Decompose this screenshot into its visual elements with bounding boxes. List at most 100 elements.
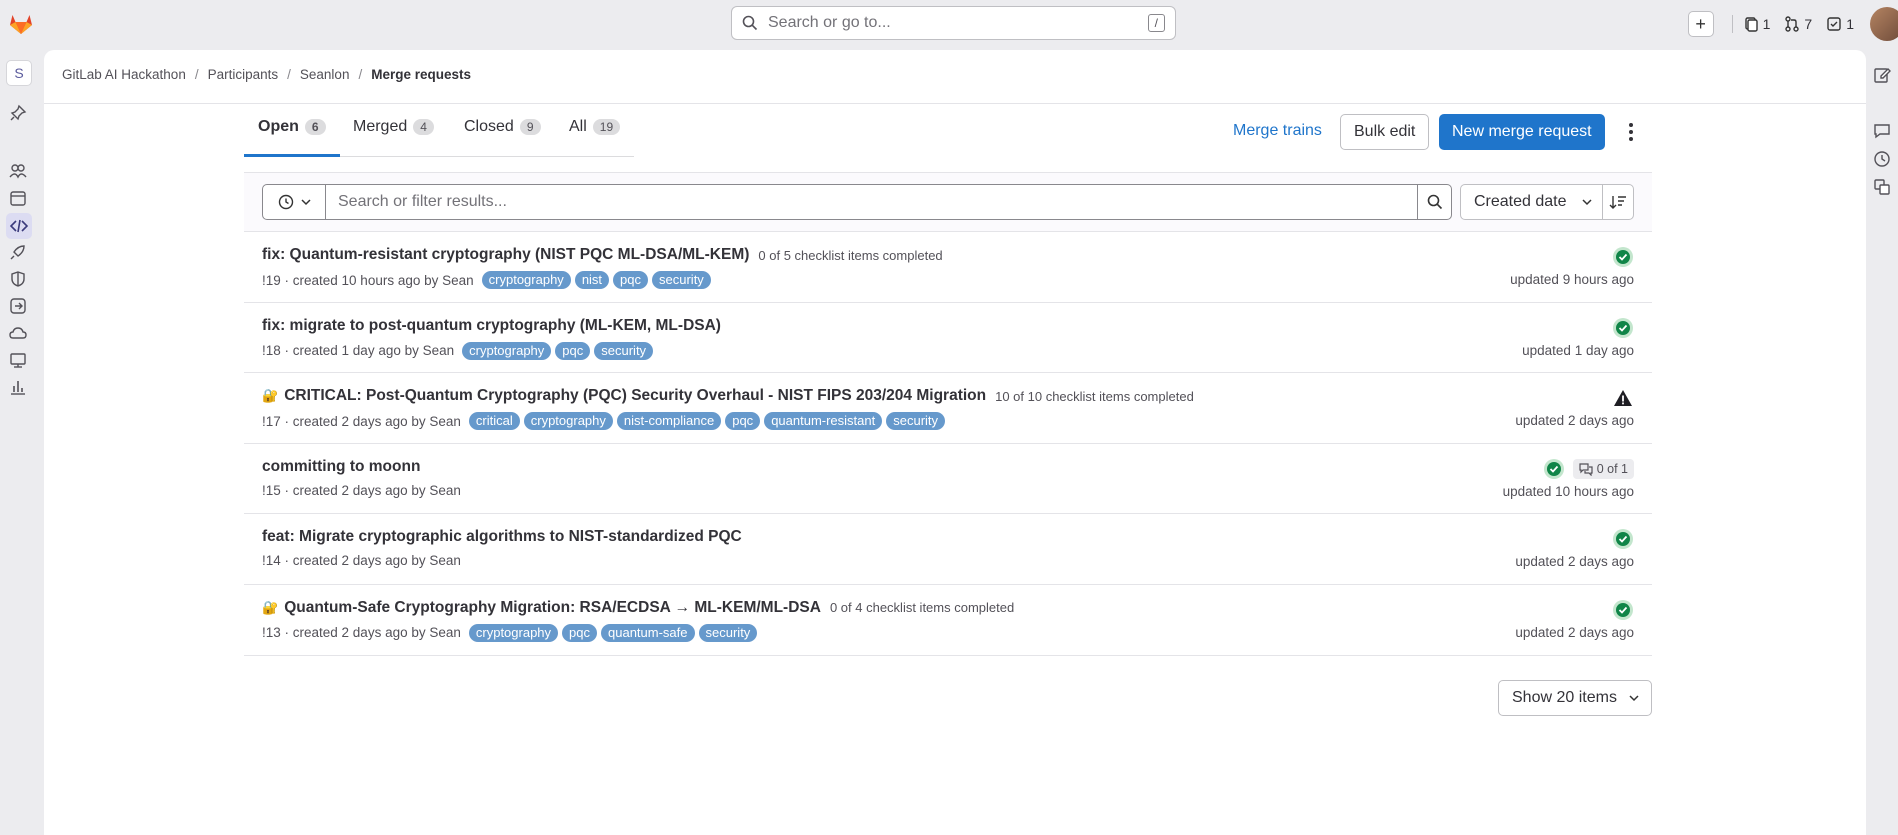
tab-open[interactable]: Open 6 bbox=[258, 118, 326, 136]
merge-request-row[interactable]: fix: Quantum-resistant cryptography (NIS… bbox=[244, 232, 1652, 303]
manage-icon[interactable] bbox=[9, 162, 27, 180]
mr-title-line: fix: Quantum-resistant cryptography (NIS… bbox=[262, 246, 943, 264]
global-search[interactable]: Search or go to... / bbox=[731, 6, 1176, 40]
mr-title-link[interactable]: Quantum-Safe Cryptography Migration: RSA… bbox=[284, 599, 821, 617]
pipeline-passed-icon[interactable] bbox=[1612, 317, 1634, 339]
mr-title-line: fix: migrate to post-quantum cryptograph… bbox=[262, 317, 721, 335]
label-badge[interactable]: critical bbox=[468, 412, 520, 431]
tab-count-badge: 4 bbox=[413, 119, 434, 135]
edit-icon[interactable] bbox=[1873, 66, 1891, 84]
label-badge[interactable]: security bbox=[698, 623, 758, 642]
label-badge[interactable]: pqc bbox=[555, 341, 591, 360]
monitor-icon[interactable] bbox=[9, 351, 27, 369]
project-avatar[interactable]: S bbox=[6, 60, 32, 86]
mr-count: 7 bbox=[1804, 16, 1813, 32]
label-badge[interactable]: quantum-resistant bbox=[764, 412, 883, 431]
label-badge[interactable]: cryptography bbox=[523, 412, 613, 431]
label-badge[interactable]: cryptography bbox=[481, 271, 571, 289]
more-actions-icon[interactable] bbox=[1628, 122, 1634, 142]
tab-count-badge: 9 bbox=[519, 119, 541, 135]
mr-title-link[interactable]: feat: Migrate cryptographic algorithms t… bbox=[262, 528, 742, 546]
per-page-dropdown[interactable]: Show 20 items bbox=[1498, 680, 1652, 716]
pipeline-passed-icon[interactable] bbox=[1543, 458, 1565, 480]
mr-state-tabs: Open 6 Merged 4 Closed 9 All 19 Merge tr… bbox=[244, 104, 1652, 158]
sort-dropdown[interactable]: Created date bbox=[1460, 184, 1603, 220]
merge-request-row[interactable]: fix: migrate to post-quantum cryptograph… bbox=[244, 303, 1652, 374]
mr-title-link[interactable]: fix: migrate to post-quantum cryptograph… bbox=[262, 317, 721, 335]
pin-icon[interactable] bbox=[9, 104, 27, 122]
mr-reference-and-author: !19 · created 10 hours ago by Sean bbox=[262, 272, 474, 288]
label-badge[interactable]: pqc bbox=[613, 271, 649, 289]
label-badge[interactable]: security bbox=[652, 271, 711, 289]
history-icon bbox=[278, 194, 294, 210]
user-avatar[interactable] bbox=[1870, 7, 1898, 41]
pipeline-passed-icon[interactable] bbox=[1612, 528, 1634, 550]
cloud-icon[interactable] bbox=[9, 324, 27, 342]
right-rail bbox=[1866, 48, 1898, 835]
breadcrumb-subgroup[interactable]: Participants bbox=[208, 67, 279, 82]
label-badge[interactable]: security bbox=[594, 341, 654, 360]
tab-count-badge: 6 bbox=[304, 119, 326, 135]
breadcrumb-separator: / bbox=[287, 67, 291, 82]
mr-title-link[interactable]: CRITICAL: Post-Quantum Cryptography (PQC… bbox=[284, 387, 986, 405]
label-badge[interactable]: security bbox=[886, 412, 946, 431]
sort-direction-button[interactable] bbox=[1602, 184, 1634, 220]
merge-requests-button[interactable]: 7 bbox=[1784, 16, 1812, 32]
breadcrumb: GitLab AI Hackathon / Participants / Sea… bbox=[62, 67, 471, 82]
warning-icon[interactable] bbox=[1612, 387, 1634, 409]
comment-add-icon[interactable] bbox=[1873, 122, 1891, 140]
filter-search-input[interactable]: Search or filter results... bbox=[325, 184, 1418, 220]
mr-meta: !14 · created 2 days ago by Sean bbox=[262, 553, 461, 568]
todos-button[interactable]: 1 bbox=[1826, 16, 1854, 32]
merge-request-row[interactable]: feat: Migrate cryptographic algorithms t… bbox=[244, 514, 1652, 585]
comments-icon bbox=[1579, 463, 1593, 476]
merge-request-row[interactable]: 🔐 Quantum-Safe Cryptography Migration: RS… bbox=[244, 585, 1652, 656]
create-new-button[interactable]: + bbox=[1687, 11, 1714, 37]
analytics-icon[interactable] bbox=[9, 378, 27, 396]
label-badge[interactable]: nist bbox=[574, 271, 610, 289]
breadcrumb-group[interactable]: GitLab AI Hackathon bbox=[62, 67, 186, 82]
filter-search-button[interactable] bbox=[1417, 184, 1452, 220]
label-badge[interactable]: cryptography bbox=[468, 623, 559, 642]
pipeline-passed-icon[interactable] bbox=[1612, 246, 1634, 268]
label-badge[interactable]: quantum-safe bbox=[601, 623, 695, 642]
assigned-issues-button[interactable]: 1 bbox=[1743, 16, 1770, 32]
recent-searches-button[interactable] bbox=[262, 184, 326, 220]
mr-meta: !17 · created 2 days ago by Sean critical… bbox=[262, 412, 946, 431]
label-badge[interactable]: cryptography bbox=[462, 341, 552, 360]
label-badge[interactable]: pqc bbox=[562, 623, 598, 642]
label-badge[interactable]: pqc bbox=[725, 412, 761, 431]
mr-title-link[interactable]: committing to moonn bbox=[262, 458, 420, 476]
bulk-edit-button[interactable]: Bulk edit bbox=[1340, 114, 1430, 150]
merge-request-row[interactable]: 🔐 CRITICAL: Post-Quantum Cryptography (PQ… bbox=[244, 373, 1652, 444]
breadcrumb-current[interactable]: Merge requests bbox=[371, 67, 471, 82]
filter-bar: Search or filter results... Created date bbox=[244, 172, 1652, 232]
rocket-icon[interactable] bbox=[9, 243, 27, 261]
merge-request-row[interactable]: committing to moonn !15 · created 2 days … bbox=[244, 444, 1652, 515]
snippet-icon[interactable] bbox=[1873, 178, 1891, 196]
mr-status bbox=[1612, 387, 1634, 409]
pipeline-passed-icon[interactable] bbox=[1612, 599, 1634, 621]
merge-trains-link[interactable]: Merge trains bbox=[1233, 122, 1322, 140]
tab-all[interactable]: All 19 bbox=[569, 118, 621, 136]
tab-merged[interactable]: Merged 4 bbox=[353, 118, 434, 136]
breadcrumb-project[interactable]: Seanlon bbox=[300, 67, 350, 82]
tab-closed[interactable]: Closed 9 bbox=[464, 118, 541, 136]
mr-status bbox=[1612, 599, 1634, 621]
mr-updated-time: updated 2 days ago bbox=[1515, 413, 1634, 429]
history-icon[interactable] bbox=[1873, 150, 1891, 168]
gitlab-logo-icon[interactable] bbox=[7, 9, 35, 37]
issues-icon bbox=[1744, 17, 1758, 32]
sort-lowest-icon bbox=[1609, 196, 1626, 209]
lock-icon: 🔐 bbox=[262, 388, 279, 404]
mr-title-link[interactable]: fix: Quantum-resistant cryptography (NIS… bbox=[262, 246, 749, 264]
plan-icon[interactable] bbox=[9, 189, 27, 207]
deploy-icon[interactable] bbox=[9, 297, 27, 315]
mr-meta: !13 · created 2 days ago by Sean cryptogr… bbox=[262, 623, 758, 642]
resolved-threads-badge[interactable]: 0 of 1 bbox=[1572, 458, 1634, 479]
mr-updated-time: updated 1 day ago bbox=[1522, 342, 1634, 358]
code-icon[interactable] bbox=[10, 217, 28, 235]
shield-icon[interactable] bbox=[9, 270, 27, 288]
new-merge-request-button[interactable]: New merge request bbox=[1439, 114, 1605, 150]
label-badge[interactable]: nist-compliance bbox=[616, 412, 722, 431]
